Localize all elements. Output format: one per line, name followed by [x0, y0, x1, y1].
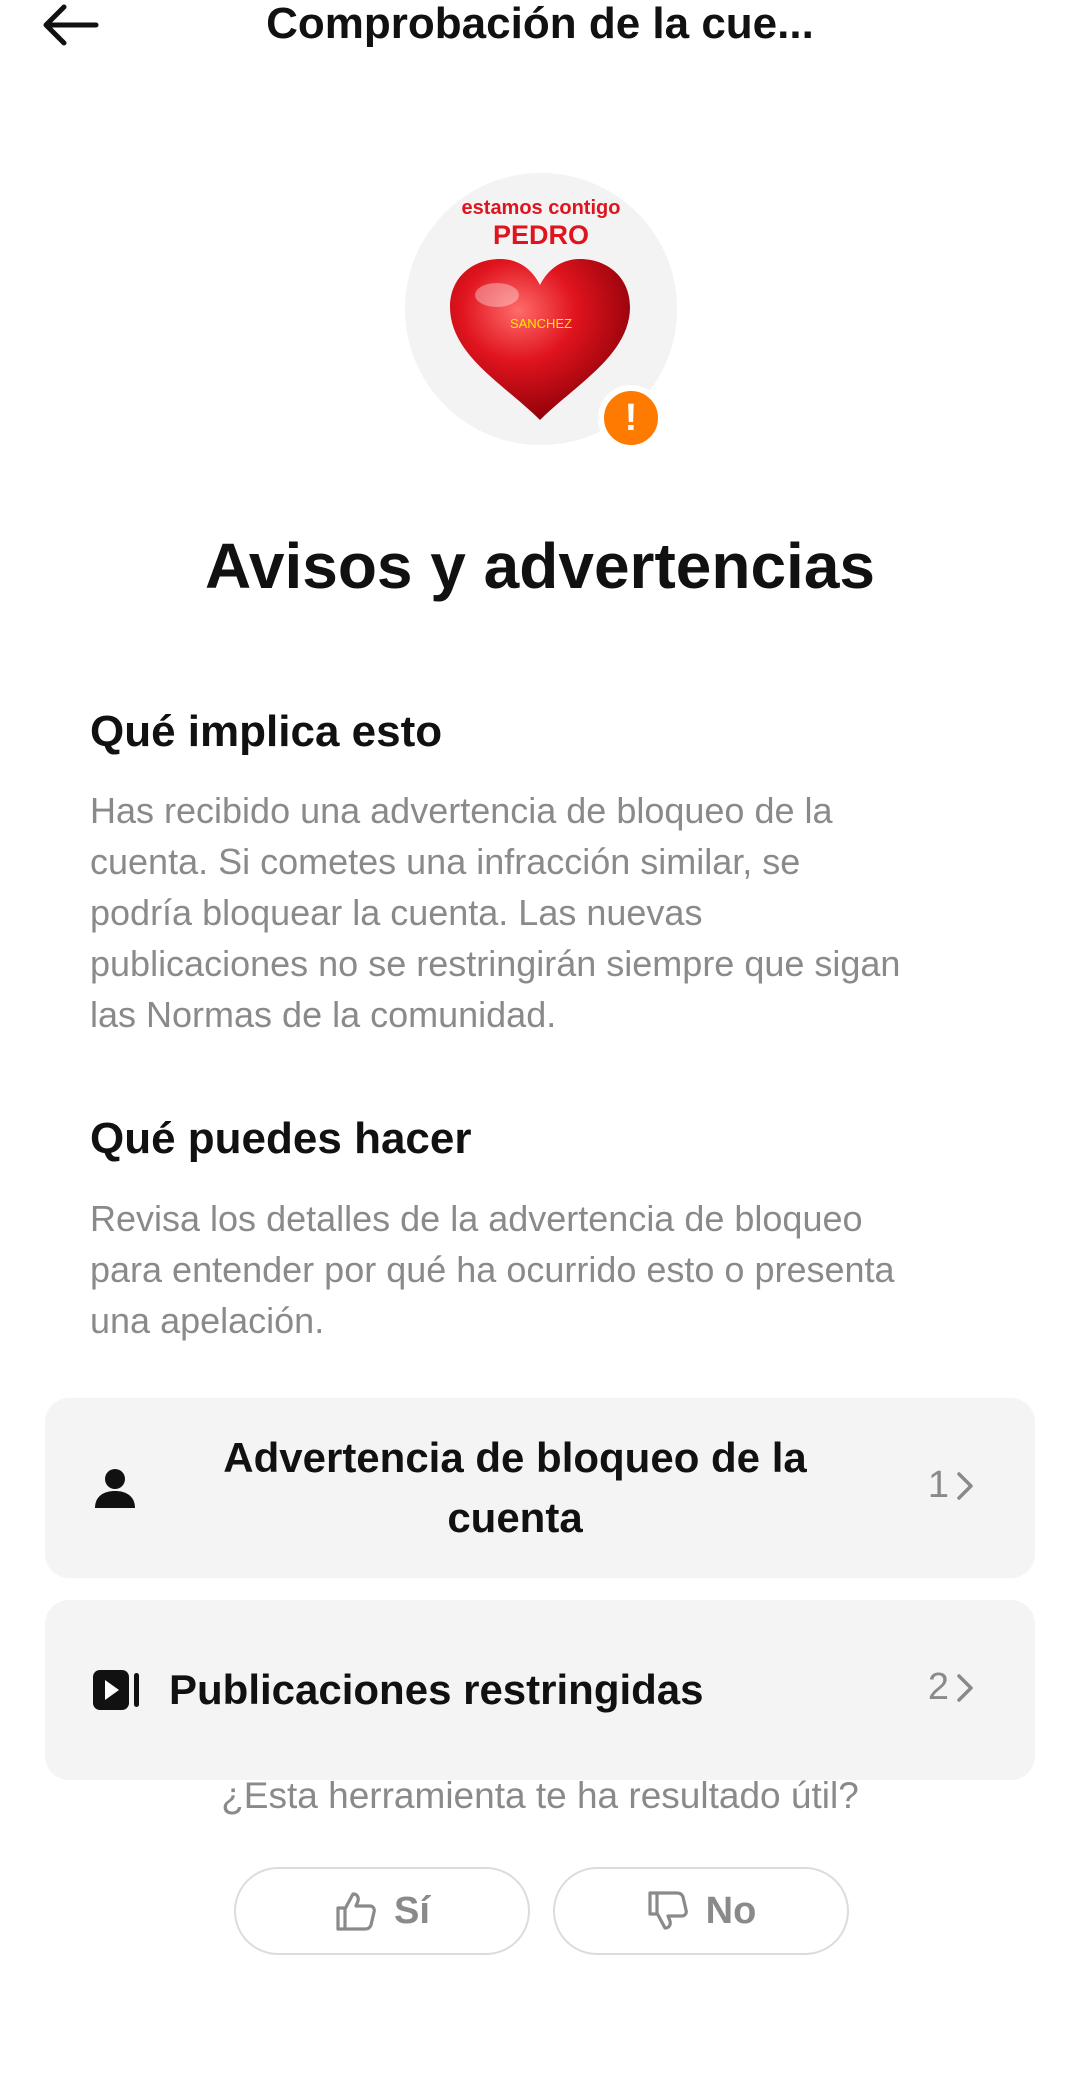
account-block-warning-row[interactable]: Advertencia de bloqueo de la cuenta 1: [45, 1398, 1035, 1578]
avatar: estamos contigo PEDRO SANCHEZ !: [405, 173, 677, 451]
body-line: Has recibido una advertencia de bloqueo …: [90, 790, 833, 831]
section-title-implications: Qué implica esto: [90, 707, 443, 756]
body-line: publicaciones no se restringirán siempre…: [90, 943, 901, 984]
count-value: 1: [927, 1464, 949, 1506]
section-title-actions: Qué puedes hacer: [90, 1114, 472, 1163]
section-body-implications: Has recibido una advertencia de bloqueo …: [90, 785, 1030, 1040]
body-line: cuenta. Si cometes una infracción simila…: [90, 841, 801, 882]
avatar-text-line1: estamos contigo: [461, 197, 621, 219]
feedback-yes-button[interactable]: Sí: [234, 1867, 530, 1955]
person-icon: [93, 1466, 137, 1510]
body-line: para entender por qué ha ocurrido esto o…: [90, 1249, 895, 1290]
count-value: 2: [927, 1666, 949, 1708]
thumbs-down-icon: [648, 1891, 688, 1930]
card-label: Publicaciones restringidas: [169, 1666, 704, 1713]
card-label-line: cuenta: [447, 1494, 583, 1541]
body-line: una apelación.: [90, 1300, 325, 1341]
body-line: Revisa los detalles de la advertencia de…: [90, 1198, 863, 1239]
page-title: Avisos y advertencias: [205, 530, 875, 602]
card-count: 2: [928, 1666, 975, 1709]
back-button[interactable]: [40, 0, 120, 50]
body-line: las Normas de la comunidad.: [90, 994, 557, 1035]
section-body-actions: Revisa los detalles de la advertencia de…: [90, 1193, 1030, 1346]
card-label: Advertencia de bloqueo de la cuenta: [195, 1428, 835, 1548]
feedback-yes-label: Sí: [394, 1889, 430, 1932]
video-play-icon: [91, 1668, 141, 1712]
avatar-text-line2: PEDRO: [492, 220, 590, 250]
chevron-right-icon: [957, 1673, 973, 1702]
page-header-title: Comprobación de la cue...: [266, 0, 814, 48]
chevron-right-icon: [957, 1471, 973, 1500]
exclamation-icon: !: [598, 385, 664, 451]
thumbs-up-icon: [336, 1892, 376, 1931]
feedback-no-label: No: [705, 1889, 757, 1932]
feedback-question: ¿Esta herramienta te ha resultado útil?: [221, 1775, 859, 1816]
body-line: podría bloquear la cuenta. Las nuevas: [90, 892, 703, 933]
card-label-line: Advertencia de bloqueo de la: [223, 1434, 807, 1481]
card-count: 1: [928, 1464, 975, 1507]
restricted-posts-row[interactable]: Publicaciones restringidas 2: [45, 1600, 1035, 1780]
avatar-text-line3: SANCHEZ: [509, 316, 573, 331]
feedback-no-button[interactable]: No: [553, 1867, 849, 1955]
arrow-left-icon: [43, 4, 99, 46]
